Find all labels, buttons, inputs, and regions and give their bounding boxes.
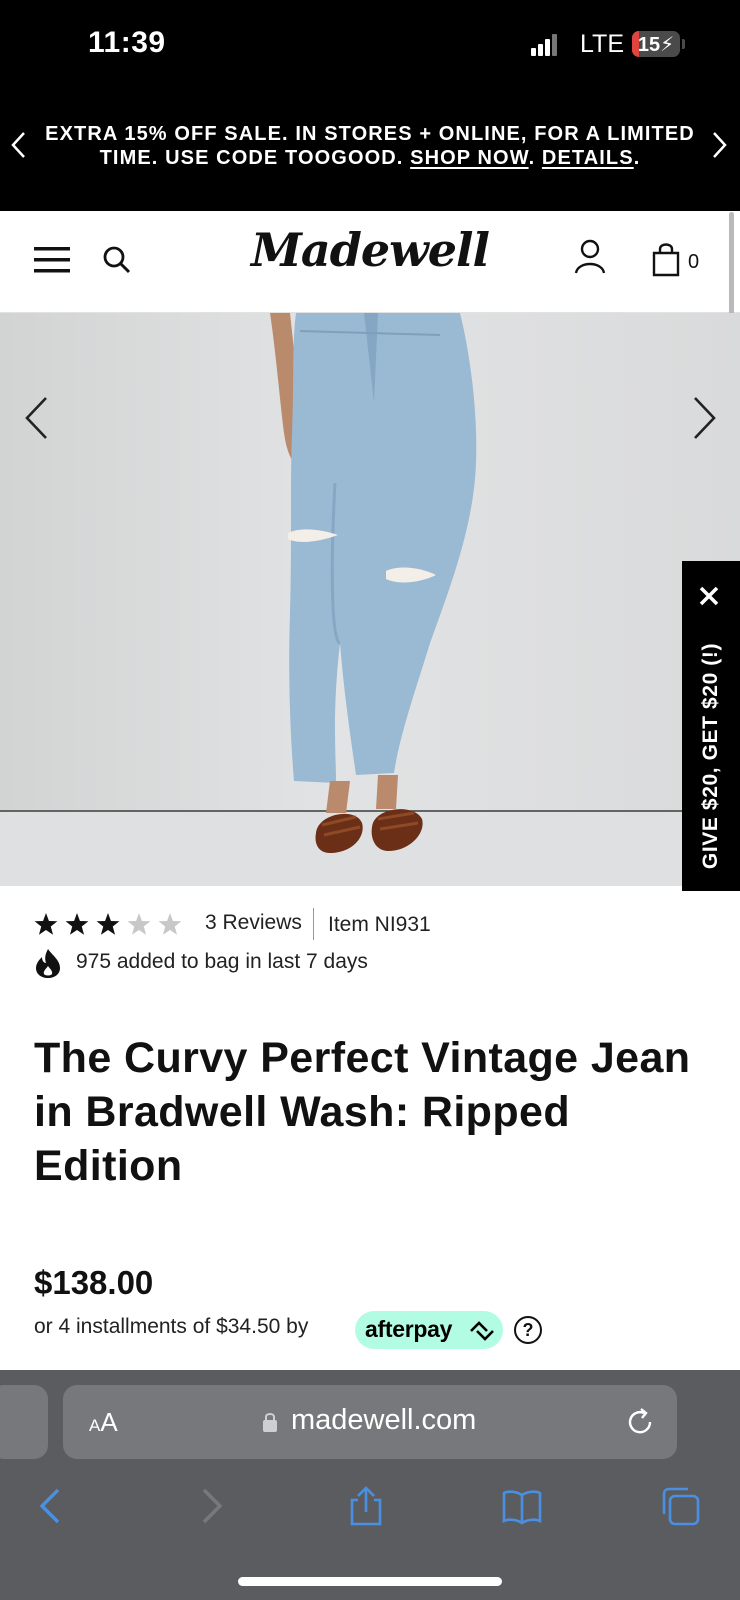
battery-icon: 15⚡ [632, 31, 680, 57]
star-filled-icon [65, 913, 89, 935]
battery-tip [682, 39, 685, 49]
shop-now-link[interactable]: SHOP NOW [410, 147, 528, 169]
image-next-chevron-icon[interactable] [689, 395, 719, 441]
forward-arrow-icon[interactable] [190, 1486, 230, 1526]
item-number: Item NI931 [328, 913, 431, 936]
share-icon[interactable] [346, 1486, 386, 1526]
star-empty-icon [158, 913, 182, 935]
flame-icon [36, 949, 60, 978]
back-arrow-icon[interactable] [32, 1486, 72, 1526]
product-photo-jeans [0, 313, 740, 886]
details-link[interactable]: DETAILS [542, 147, 634, 169]
shopping-bag-icon[interactable] [652, 241, 680, 277]
reload-icon[interactable] [625, 1407, 655, 1437]
installments-text: or 4 installments of $34.50 by [34, 1315, 309, 1338]
address-bar[interactable]: AA madewell.com [63, 1385, 677, 1459]
network-type: LTE [580, 30, 624, 58]
product-price: $138.00 [34, 1264, 154, 1301]
question-circle-icon[interactable]: ? [514, 1316, 542, 1344]
popularity-text: 975 added to bag in last 7 days [76, 950, 368, 973]
star-empty-icon [127, 913, 151, 935]
reviews-link[interactable]: 3 Reviews [205, 911, 302, 935]
star-filled-icon [96, 913, 120, 935]
url-domain[interactable]: madewell.com [291, 1404, 476, 1437]
afterpay-badge[interactable]: afterpay [355, 1311, 503, 1349]
user-icon[interactable] [574, 239, 606, 275]
rating-divider [313, 908, 314, 940]
image-prev-chevron-icon[interactable] [22, 395, 52, 441]
afterpay-label: afterpay [365, 1316, 453, 1342]
chevron-left-icon[interactable] [8, 130, 30, 160]
lock-icon [263, 1413, 277, 1432]
rating-stars [34, 913, 182, 935]
referral-tab[interactable]: GIVE $20, GET $20 (!) [682, 561, 740, 891]
status-time: 11:39 [88, 26, 166, 59]
home-indicator[interactable] [238, 1577, 502, 1586]
site-header: Madewell 0 [0, 211, 740, 313]
promo-banner: EXTRA 15% OFF SALE. IN STORES + ONLINE, … [0, 90, 740, 211]
referral-label[interactable]: GIVE $20, GET $20 (!) [699, 626, 723, 886]
close-icon[interactable] [698, 585, 720, 607]
bookmarks-icon[interactable] [502, 1486, 542, 1526]
tabs-icon[interactable] [660, 1486, 700, 1526]
cellular-signal-icon [531, 34, 557, 56]
reader-aa-button[interactable]: AA [89, 1407, 118, 1438]
afterpay-logo-icon [470, 1321, 494, 1341]
status-bar: 11:39 LTE 15⚡ [0, 0, 740, 90]
product-title: The Curvy Perfect Vintage Jean in Bradwe… [34, 1034, 691, 1190]
page-scrollbar[interactable] [729, 212, 734, 318]
brand-logo[interactable]: Madewell [250, 223, 490, 277]
battery-percent: 15⚡ [637, 34, 675, 56]
bag-count: 0 [688, 251, 700, 273]
browser-chrome: AA madewell.com [0, 1370, 740, 1600]
chevron-right-icon[interactable] [708, 130, 730, 160]
search-icon[interactable] [102, 245, 132, 275]
product-image[interactable] [0, 313, 740, 886]
promo-text: EXTRA 15% OFF SALE. IN STORES + ONLINE, … [45, 123, 695, 169]
hamburger-menu-icon[interactable] [34, 245, 70, 275]
previous-tab-preview[interactable] [0, 1385, 48, 1459]
star-filled-icon [34, 913, 58, 935]
